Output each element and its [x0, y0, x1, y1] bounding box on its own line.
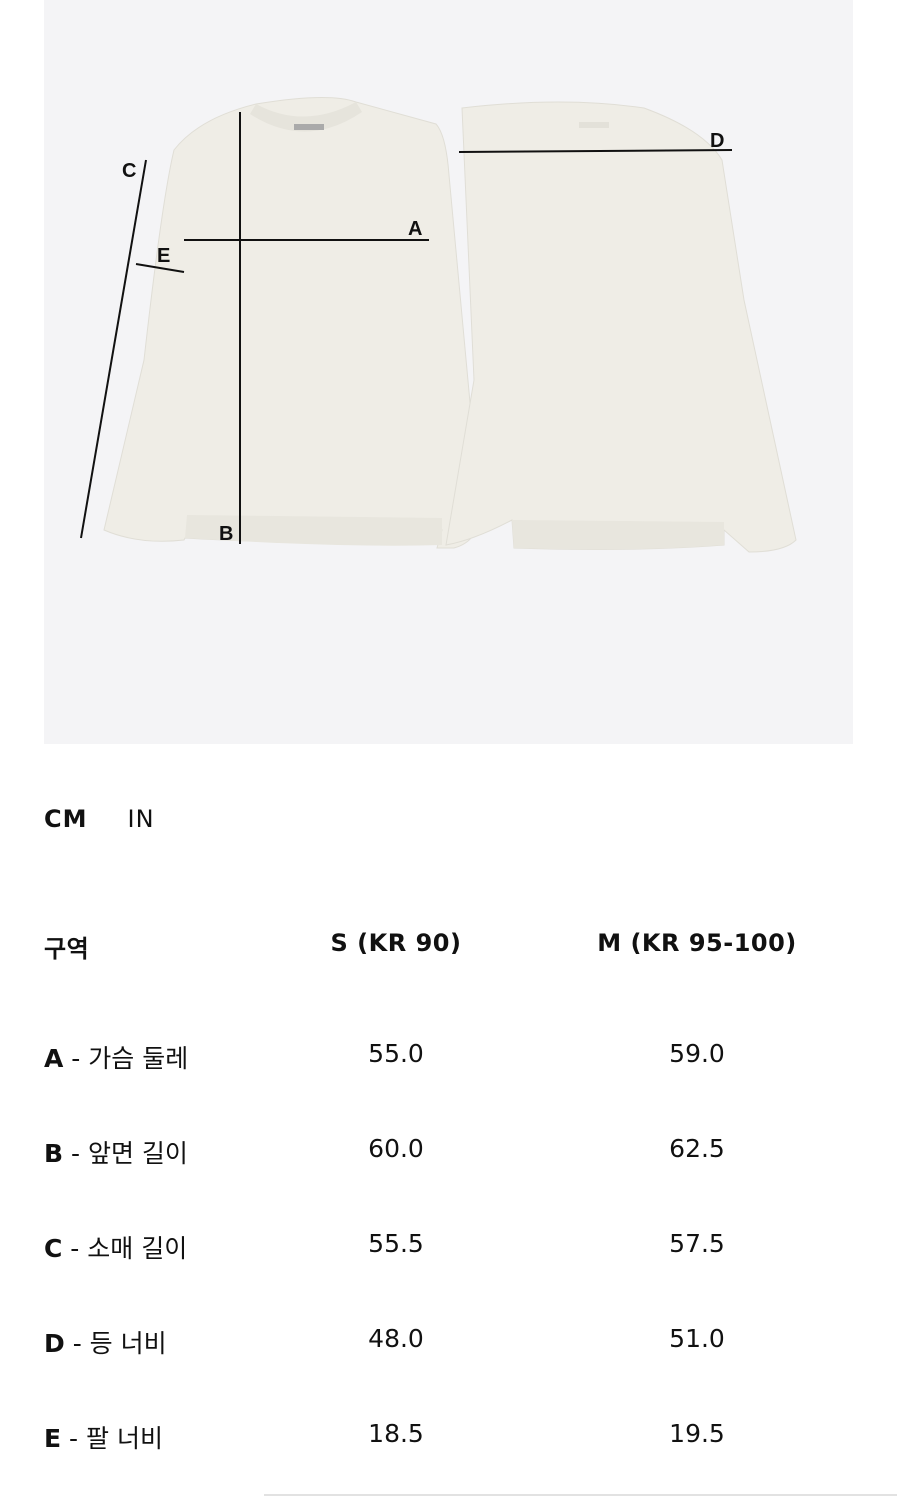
table-row: C - 소매 길이 55.5 57.5	[44, 1225, 853, 1320]
label-e: E	[157, 245, 170, 267]
sweater-back	[445, 101, 797, 553]
row-letter: D	[44, 1329, 65, 1358]
header-size-s: S (KR 90)	[330, 929, 462, 957]
row-name: - 앞면 길이	[63, 1139, 188, 1168]
row-name: - 팔 너비	[61, 1424, 163, 1453]
label-a: A	[408, 218, 422, 240]
label-d: D	[710, 130, 724, 152]
row-label: E - 팔 너비	[44, 1419, 163, 1455]
row-label: C - 소매 길이	[44, 1229, 187, 1265]
value-m: 51.0	[669, 1324, 725, 1353]
value-s: 55.5	[368, 1229, 424, 1258]
size-table: 구역 S (KR 90) M (KR 95-100) A - 가슴 둘레 55.…	[44, 925, 853, 1510]
value-m: 59.0	[669, 1039, 725, 1068]
row-name: - 가슴 둘레	[63, 1044, 189, 1073]
row-label: B - 앞면 길이	[44, 1134, 188, 1170]
divider	[264, 1494, 897, 1496]
row-letter: C	[44, 1234, 63, 1263]
row-letter: E	[44, 1424, 62, 1453]
value-s: 18.5	[368, 1419, 424, 1448]
unit-cm-tab[interactable]: CM	[44, 805, 88, 833]
label-c: C	[122, 160, 136, 182]
value-m: 57.5	[669, 1229, 725, 1258]
row-letter: B	[44, 1139, 64, 1168]
table-header-row: 구역 S (KR 90) M (KR 95-100)	[44, 925, 853, 1035]
row-letter: A	[44, 1044, 64, 1073]
row-name: - 등 너비	[64, 1329, 167, 1358]
table-row: A - 가슴 둘레 55.0 59.0	[44, 1035, 853, 1130]
value-s: 55.0	[368, 1039, 424, 1068]
header-size-m: M (KR 95-100)	[597, 929, 797, 957]
table-row: D - 등 너비 48.0 51.0	[44, 1320, 853, 1415]
sweater-front	[103, 96, 481, 549]
unit-toggle: CM IN	[44, 805, 155, 833]
header-area: 구역	[44, 935, 90, 963]
value-m: 19.5	[669, 1419, 725, 1448]
row-label: A - 가슴 둘레	[44, 1039, 188, 1075]
table-row: B - 앞면 길이 60.0 62.5	[44, 1130, 853, 1225]
sweater-diagram: C E A B D	[80, 96, 797, 553]
value-s: 60.0	[368, 1134, 424, 1163]
unit-in-tab[interactable]: IN	[128, 805, 155, 833]
value-m: 62.5	[669, 1134, 725, 1163]
size-guide-image: C E A B D	[44, 0, 853, 744]
row-label: D - 등 너비	[44, 1324, 167, 1360]
label-b: B	[219, 523, 233, 545]
row-name: - 소매 길이	[62, 1234, 188, 1263]
value-s: 48.0	[368, 1324, 424, 1353]
